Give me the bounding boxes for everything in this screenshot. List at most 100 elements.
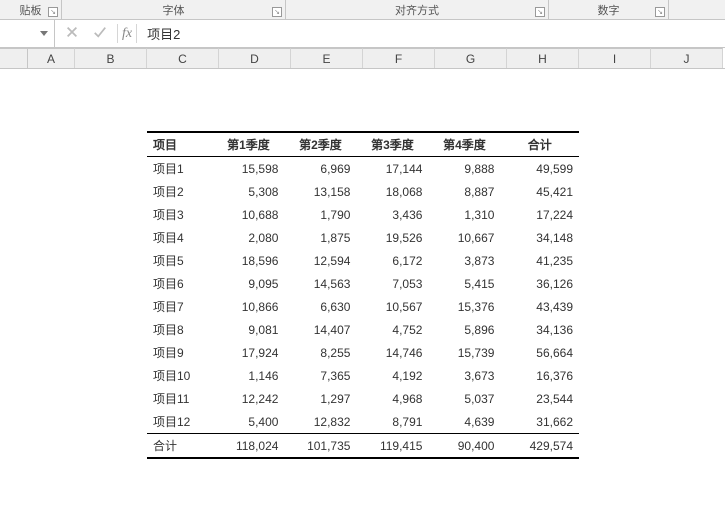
cell[interactable]: 8,255 <box>284 341 356 364</box>
cell[interactable]: 90,400 <box>428 434 500 459</box>
cell[interactable]: 6,969 <box>284 157 356 181</box>
cell[interactable]: 41,235 <box>500 249 579 272</box>
cell[interactable]: 56,664 <box>500 341 579 364</box>
cell[interactable]: 5,400 <box>212 410 284 434</box>
cell[interactable]: 1,310 <box>428 203 500 226</box>
table-header[interactable]: 合计 <box>500 132 579 157</box>
cell[interactable]: 49,599 <box>500 157 579 181</box>
cancel-icon[interactable] <box>65 25 79 42</box>
cell[interactable]: 4,752 <box>356 318 428 341</box>
cell[interactable]: 14,746 <box>356 341 428 364</box>
cell[interactable]: 4,639 <box>428 410 500 434</box>
cell[interactable]: 31,662 <box>500 410 579 434</box>
column-header[interactable]: B <box>75 48 147 68</box>
cell[interactable]: 9,095 <box>212 272 284 295</box>
row-label[interactable]: 项目3 <box>147 203 212 226</box>
row-label[interactable]: 合计 <box>147 434 212 459</box>
cell[interactable]: 10,688 <box>212 203 284 226</box>
column-header[interactable]: J <box>651 48 723 68</box>
cell[interactable]: 15,376 <box>428 295 500 318</box>
cell[interactable]: 429,574 <box>500 434 579 459</box>
row-label[interactable]: 项目9 <box>147 341 212 364</box>
cell[interactable]: 3,673 <box>428 364 500 387</box>
fx-icon[interactable]: fx <box>118 20 136 47</box>
cell[interactable]: 8,887 <box>428 180 500 203</box>
cell[interactable]: 118,024 <box>212 434 284 459</box>
cell[interactable]: 1,875 <box>284 226 356 249</box>
row-label[interactable]: 项目1 <box>147 157 212 181</box>
dialog-launcher-icon[interactable] <box>655 7 665 17</box>
cell[interactable]: 1,297 <box>284 387 356 410</box>
cell[interactable]: 1,790 <box>284 203 356 226</box>
cell[interactable]: 14,407 <box>284 318 356 341</box>
cell[interactable]: 36,126 <box>500 272 579 295</box>
cell[interactable]: 119,415 <box>356 434 428 459</box>
cell[interactable]: 17,924 <box>212 341 284 364</box>
table-header[interactable]: 第2季度 <box>284 132 356 157</box>
name-box[interactable] <box>0 20 55 47</box>
cell[interactable]: 12,832 <box>284 410 356 434</box>
chevron-down-icon[interactable] <box>40 31 48 36</box>
row-label[interactable]: 项目11 <box>147 387 212 410</box>
cell[interactable]: 34,136 <box>500 318 579 341</box>
cell[interactable]: 19,526 <box>356 226 428 249</box>
row-label[interactable]: 项目6 <box>147 272 212 295</box>
cell[interactable]: 43,439 <box>500 295 579 318</box>
cell[interactable]: 10,866 <box>212 295 284 318</box>
row-label[interactable]: 项目10 <box>147 364 212 387</box>
cell[interactable]: 3,436 <box>356 203 428 226</box>
cell[interactable]: 14,563 <box>284 272 356 295</box>
cell[interactable]: 13,158 <box>284 180 356 203</box>
formula-input[interactable]: 项目2 <box>137 20 725 47</box>
cell[interactable]: 15,739 <box>428 341 500 364</box>
cell[interactable]: 7,053 <box>356 272 428 295</box>
dialog-launcher-icon[interactable] <box>272 7 282 17</box>
dialog-launcher-icon[interactable] <box>535 7 545 17</box>
check-icon[interactable] <box>93 25 107 42</box>
column-header[interactable]: I <box>579 48 651 68</box>
cell[interactable]: 17,144 <box>356 157 428 181</box>
column-header[interactable]: E <box>291 48 363 68</box>
cell[interactable]: 4,192 <box>356 364 428 387</box>
cell[interactable]: 34,148 <box>500 226 579 249</box>
cell[interactable]: 15,598 <box>212 157 284 181</box>
cell[interactable]: 9,081 <box>212 318 284 341</box>
select-all-corner[interactable] <box>0 48 28 68</box>
cell[interactable]: 1,146 <box>212 364 284 387</box>
cell[interactable]: 18,596 <box>212 249 284 272</box>
cell[interactable]: 5,896 <box>428 318 500 341</box>
row-label[interactable]: 项目7 <box>147 295 212 318</box>
cell[interactable]: 7,365 <box>284 364 356 387</box>
table-header[interactable]: 第3季度 <box>356 132 428 157</box>
row-label[interactable]: 项目8 <box>147 318 212 341</box>
column-header[interactable]: G <box>435 48 507 68</box>
table-header[interactable]: 项目 <box>147 132 212 157</box>
table-header[interactable]: 第1季度 <box>212 132 284 157</box>
cell[interactable]: 5,415 <box>428 272 500 295</box>
cell[interactable]: 6,630 <box>284 295 356 318</box>
cell[interactable]: 6,172 <box>356 249 428 272</box>
cell[interactable]: 9,888 <box>428 157 500 181</box>
cell[interactable]: 23,544 <box>500 387 579 410</box>
column-header[interactable]: D <box>219 48 291 68</box>
cell[interactable]: 18,068 <box>356 180 428 203</box>
cell[interactable]: 5,308 <box>212 180 284 203</box>
cell[interactable]: 17,224 <box>500 203 579 226</box>
cell[interactable]: 3,873 <box>428 249 500 272</box>
cell[interactable]: 2,080 <box>212 226 284 249</box>
cell[interactable]: 16,376 <box>500 364 579 387</box>
column-header[interactable]: H <box>507 48 579 68</box>
cell[interactable]: 45,421 <box>500 180 579 203</box>
cell[interactable]: 12,242 <box>212 387 284 410</box>
cell[interactable]: 4,968 <box>356 387 428 410</box>
table-header[interactable]: 第4季度 <box>428 132 500 157</box>
cell[interactable]: 10,567 <box>356 295 428 318</box>
column-header[interactable]: A <box>28 48 75 68</box>
row-label[interactable]: 项目4 <box>147 226 212 249</box>
row-label[interactable]: 项目2 <box>147 180 212 203</box>
cell[interactable]: 10,667 <box>428 226 500 249</box>
cell[interactable]: 12,594 <box>284 249 356 272</box>
column-header[interactable]: F <box>363 48 435 68</box>
dialog-launcher-icon[interactable] <box>48 7 58 17</box>
column-header[interactable]: C <box>147 48 219 68</box>
